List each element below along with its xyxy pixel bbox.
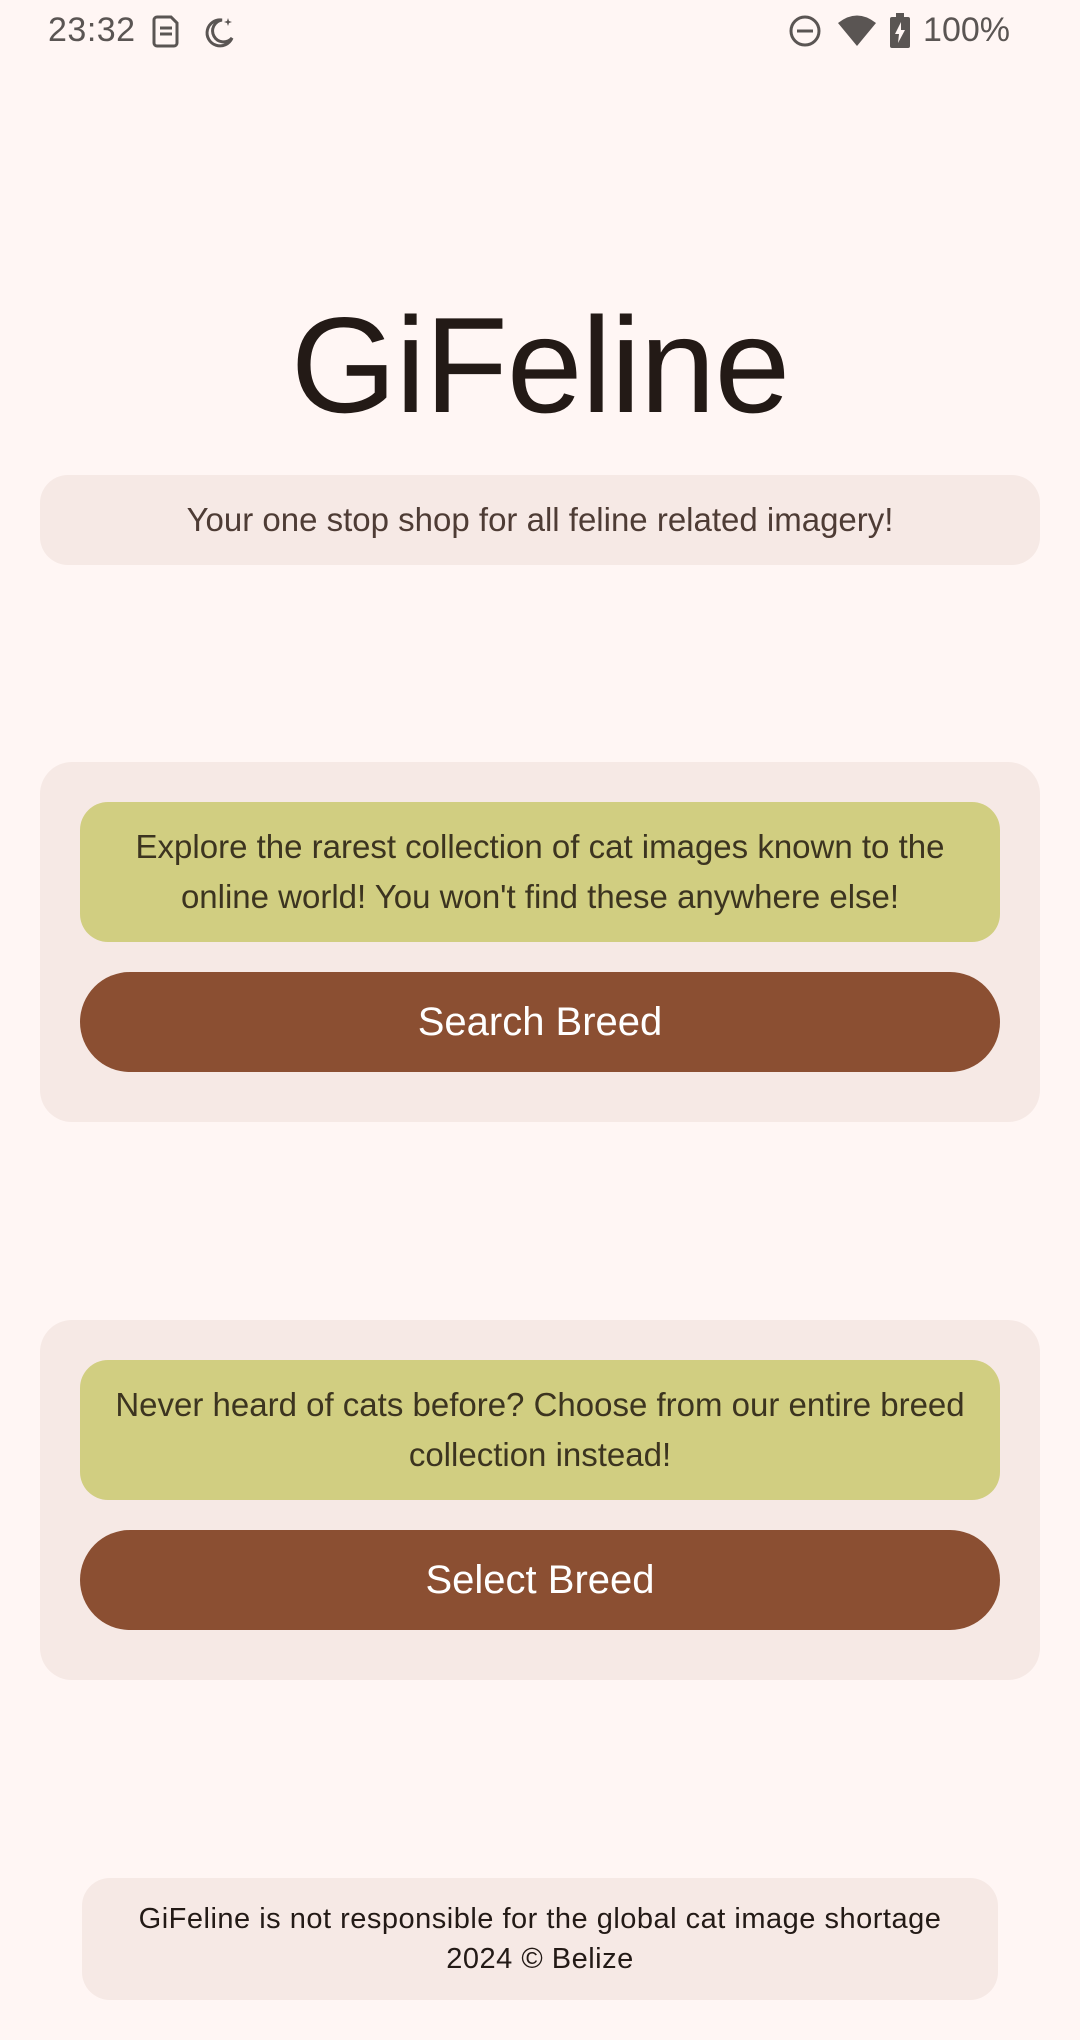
select-card-note: Never heard of cats before? Choose from … — [80, 1360, 1000, 1500]
do-not-disturb-icon — [786, 12, 824, 50]
sim-card-icon — [147, 12, 185, 50]
search-card-note: Explore the rarest collection of cat ima… — [80, 802, 1000, 942]
moon-stars-icon — [200, 12, 238, 50]
battery-charging-icon — [889, 12, 911, 50]
search-breed-button[interactable]: Search Breed — [80, 972, 1000, 1072]
select-breed-button[interactable]: Select Breed — [80, 1530, 1000, 1630]
wifi-icon — [836, 12, 878, 50]
battery-percent: 100% — [923, 11, 1010, 49]
status-time: 23:32 — [48, 11, 136, 49]
footer: GiFeline is not responsible for the glob… — [82, 1878, 998, 2000]
app-title: GiFeline — [290, 289, 790, 441]
status-bar: 23:32 100% — [0, 0, 1080, 60]
tagline-text: Your one stop shop for all feline relate… — [186, 501, 894, 538]
footer-disclaimer: GiFeline is not responsible for the glob… — [138, 1903, 942, 1935]
search-card: Explore the rarest collection of cat ima… — [40, 762, 1040, 1122]
select-card: Never heard of cats before? Choose from … — [40, 1320, 1040, 1680]
footer-copyright: 2024 © Belize — [446, 1943, 634, 1975]
tagline: Your one stop shop for all feline relate… — [40, 475, 1040, 565]
